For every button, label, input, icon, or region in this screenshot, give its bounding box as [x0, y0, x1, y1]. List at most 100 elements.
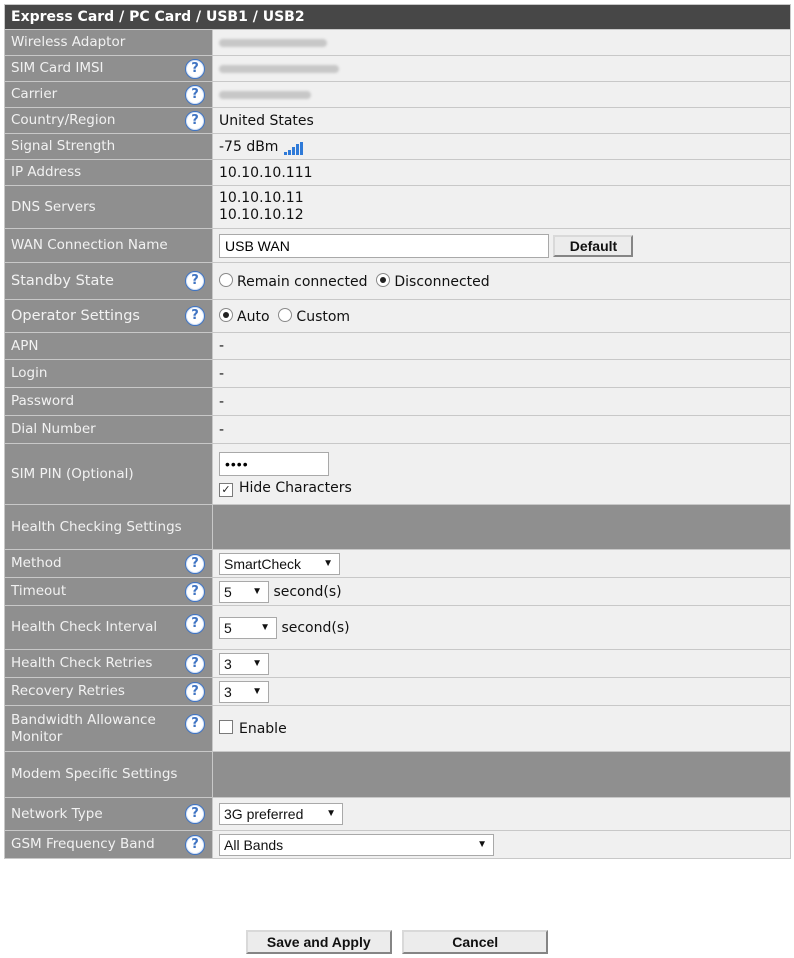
value-apn: -	[212, 332, 791, 360]
row-hc-interval: Health Check Interval? 5 ▼ second(s)	[4, 605, 791, 650]
bandwidth-enable-checkbox[interactable]: Enable	[219, 720, 287, 737]
chevron-down-icon: ▼	[252, 585, 262, 597]
operator-custom-radio[interactable]: Custom	[278, 307, 350, 325]
radio-button-icon	[219, 272, 233, 287]
row-sim-imsi: SIM Card IMSI?	[4, 55, 791, 82]
label-sim-pin: SIM PIN (Optional)	[4, 443, 213, 505]
help-icon[interactable]: ?	[185, 834, 205, 855]
hide-characters-checkbox[interactable]: ✓ Hide Characters	[219, 480, 352, 497]
label-text: Health Check Retries	[11, 655, 153, 671]
standby-disconnected-radio[interactable]: Disconnected	[376, 272, 490, 290]
dns-primary: 10.10.10.11	[219, 190, 304, 206]
chevron-down-icon: ▼	[260, 621, 270, 633]
value-hc-retries: 3 ▼	[212, 649, 791, 678]
signal-text: -75 dBm	[219, 138, 279, 155]
save-and-apply-button[interactable]: Save and Apply	[245, 930, 392, 954]
label-operator: Operator Settings?	[4, 299, 213, 333]
label-text: Country/Region	[11, 112, 116, 128]
label-wan-name: WAN Connection Name	[4, 228, 213, 263]
row-timeout: Timeout? 5 ▼ second(s)	[4, 577, 791, 606]
hc-interval-select[interactable]: 5 ▼	[219, 616, 277, 639]
row-carrier: Carrier?	[4, 81, 791, 108]
settings-table: Express Card / PC Card / USB1 / USB2 Wir…	[4, 4, 791, 859]
value-dns: 10.10.10.11 10.10.10.12	[212, 185, 791, 229]
sim-pin-input[interactable]	[219, 451, 329, 476]
wan-name-input[interactable]	[219, 233, 549, 258]
label-hc-retries: Health Check Retries?	[4, 649, 213, 678]
label-text: Timeout	[11, 583, 67, 599]
help-icon[interactable]: ?	[185, 84, 205, 105]
help-icon[interactable]: ?	[185, 653, 205, 674]
operator-auto-radio[interactable]: Auto	[219, 307, 270, 325]
label-text: Recovery Retries	[11, 683, 125, 699]
dns-secondary: 10.10.10.12	[219, 207, 304, 223]
help-icon[interactable]: ?	[185, 614, 205, 634]
row-method: Method? SmartCheck ▼	[4, 549, 791, 578]
label-text: Health Check Interval	[11, 619, 158, 635]
label-gsm-band: GSM Frequency Band?	[4, 830, 213, 859]
chevron-down-icon: ▼	[252, 685, 262, 697]
label-sim-imsi: SIM Card IMSI?	[4, 55, 213, 82]
label-recovery: Recovery Retries?	[4, 677, 213, 706]
value-password: -	[212, 387, 791, 416]
row-operator: Operator Settings? Auto Custom	[4, 299, 791, 333]
help-icon[interactable]: ?	[185, 714, 205, 734]
label-apn: APN	[4, 332, 213, 360]
row-login: Login -	[4, 359, 791, 388]
help-icon[interactable]: ?	[185, 110, 205, 131]
label-text: Method	[11, 555, 62, 571]
chevron-down-icon: ▼	[477, 838, 487, 850]
redacted-text	[219, 90, 311, 99]
value-login: -	[212, 359, 791, 388]
radio-button-icon	[219, 307, 233, 322]
row-recovery: Recovery Retries? 3 ▼	[4, 677, 791, 706]
label-network-type: Network Type?	[4, 797, 213, 831]
row-wan-name: WAN Connection Name Default	[4, 228, 791, 263]
label-bandwidth: Bandwidth Allowance Monitor?	[4, 705, 213, 752]
network-type-select[interactable]: 3G preferred ▼	[219, 803, 343, 825]
label-text: GSM Frequency Band	[11, 836, 155, 852]
checkbox-unchecked-icon	[219, 720, 233, 734]
row-hc-retries: Health Check Retries? 3 ▼	[4, 649, 791, 678]
signal-bars-icon	[284, 139, 304, 155]
label-hc-interval: Health Check Interval?	[4, 605, 213, 650]
label-health-group: Health Checking Settings	[4, 504, 213, 550]
value-wireless-adaptor	[212, 29, 791, 56]
section-title: Express Card / PC Card / USB1 / USB2	[4, 4, 791, 30]
group-spacer	[212, 504, 791, 550]
redacted-text	[219, 38, 327, 47]
row-dial: Dial Number -	[4, 415, 791, 444]
label-text: Network Type	[11, 805, 103, 822]
timeout-select[interactable]: 5 ▼	[219, 580, 269, 603]
hc-retries-select[interactable]: 3 ▼	[219, 652, 269, 675]
row-wireless-adaptor: Wireless Adaptor	[4, 29, 791, 56]
help-icon[interactable]: ?	[185, 58, 205, 79]
default-button[interactable]: Default	[553, 234, 634, 257]
label-text: Operator Settings	[11, 307, 140, 324]
hc-interval-unit: second(s)	[281, 619, 350, 636]
value-sim-pin: ✓Hide Characters	[212, 443, 791, 505]
help-icon[interactable]: ?	[185, 553, 205, 574]
gsm-band-select[interactable]: All Bands ▼	[219, 833, 494, 856]
label-carrier: Carrier?	[4, 81, 213, 108]
value-recovery: 3 ▼	[212, 677, 791, 706]
method-select[interactable]: SmartCheck ▼	[219, 552, 340, 575]
label-method: Method?	[4, 549, 213, 578]
row-health-group: Health Checking Settings	[4, 504, 791, 550]
row-password: Password -	[4, 387, 791, 416]
label-login: Login	[4, 359, 213, 388]
row-dns: DNS Servers 10.10.10.11 10.10.10.12	[4, 185, 791, 229]
cancel-button[interactable]: Cancel	[402, 930, 549, 954]
help-icon[interactable]: ?	[185, 681, 205, 702]
action-bar: Save and Apply Cancel	[0, 930, 794, 954]
help-icon[interactable]: ?	[185, 581, 205, 602]
standby-remain-radio[interactable]: Remain connected	[219, 272, 367, 290]
help-icon[interactable]: ?	[185, 271, 205, 291]
recovery-select[interactable]: 3 ▼	[219, 680, 269, 703]
help-icon[interactable]: ?	[185, 306, 205, 326]
help-icon[interactable]: ?	[185, 804, 205, 824]
value-method: SmartCheck ▼	[212, 549, 791, 578]
label-standby: Standby State?	[4, 262, 213, 300]
timeout-unit: second(s)	[273, 583, 342, 600]
label-password: Password	[4, 387, 213, 416]
